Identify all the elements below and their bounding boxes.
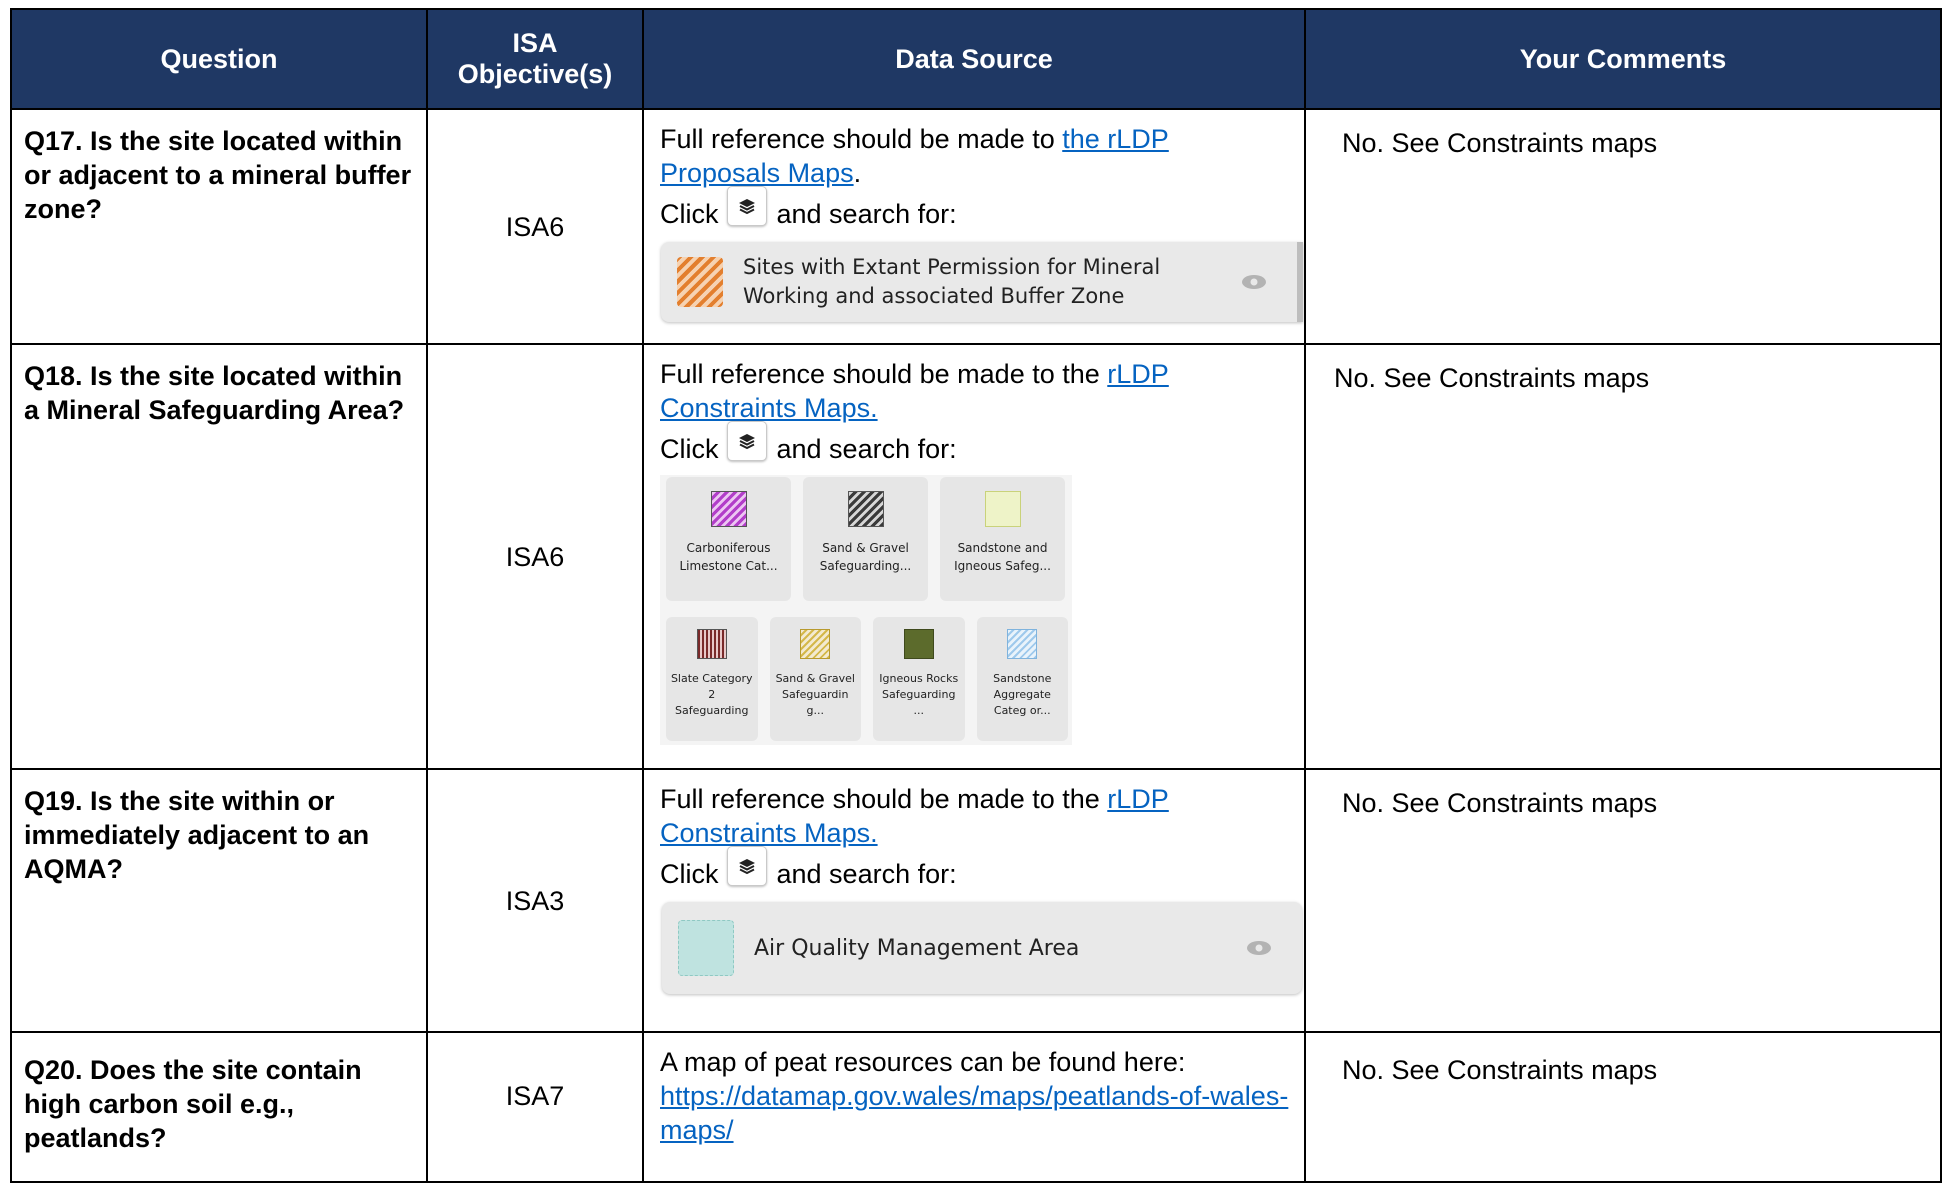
search-label: and search for:	[776, 859, 957, 889]
data-source-cell: Full reference should be made to the rLD…	[642, 768, 1306, 1033]
question-cell: Q17. Is the site located within or adjac…	[10, 108, 428, 345]
click-label: Click	[660, 434, 719, 464]
data-source-cell: A map of peat resources can be found her…	[642, 1031, 1306, 1183]
hatched-orange-swatch-icon	[677, 257, 723, 307]
isa-cell: ISA3	[426, 768, 644, 1033]
tile-label: Carboniferous Limestone Cat...	[679, 541, 778, 573]
table-row: Q19. Is the site within or immediately a…	[10, 768, 1942, 1033]
hatched-light-blue-swatch-icon	[1007, 629, 1038, 659]
striped-maroon-swatch-icon	[696, 629, 727, 659]
dotted-teal-swatch-icon	[678, 920, 734, 976]
data-source-cell: Full reference should be made to the rLD…	[642, 108, 1306, 345]
header-isa-objectives: ISA Objective(s)	[426, 8, 644, 110]
legend-tile[interactable]: Sandstone and Igneous Safeg...	[940, 477, 1065, 601]
click-label: Click	[660, 859, 719, 889]
table-row: Q18. Is the site located within a Minera…	[10, 343, 1942, 770]
eye-icon[interactable]	[1241, 265, 1267, 299]
assessment-table: Question ISA Objective(s) Data Source Yo…	[10, 8, 1942, 1183]
click-instruction: Click and search for:	[660, 186, 1290, 234]
tile-label: Sand & Gravel Safeguarding...	[819, 541, 912, 573]
table-row: Q20. Does the site contain high carbon s…	[10, 1031, 1942, 1183]
click-instruction: Click and search for:	[660, 421, 1290, 469]
click-instruction: Click and search for:	[660, 846, 1290, 894]
legend-tile[interactable]: Sand & Gravel Safeguardin g...	[769, 617, 861, 741]
comment-cell[interactable]: No. See Constraints maps	[1304, 768, 1942, 1033]
tile-label: Igneous Rocks Safeguarding ...	[879, 672, 959, 717]
tile-label: Slate Category 2 Safeguarding	[670, 672, 753, 717]
search-label: and search for:	[776, 199, 957, 229]
comment-cell[interactable]: No. See Constraints maps	[1304, 1031, 1942, 1183]
source-text: Full reference should be made to the	[660, 359, 1108, 389]
hatched-purple-swatch-icon	[710, 491, 747, 527]
source-text: Full reference should be made to the	[660, 784, 1108, 814]
data-source-cell: Full reference should be made to the rLD…	[642, 343, 1306, 770]
isa-cell: ISA7	[426, 1031, 644, 1183]
question-cell: Q20. Does the site contain high carbon s…	[10, 1031, 428, 1183]
header-question: Question	[10, 8, 428, 110]
dotted-yellow-swatch-icon	[984, 491, 1021, 527]
header-isa-label: ISA Objective(s)	[457, 28, 613, 89]
legend-tile[interactable]: Carboniferous Limestone Cat...	[666, 477, 791, 601]
layers-icon[interactable]	[726, 846, 767, 886]
eye-icon[interactable]	[1246, 931, 1272, 965]
tile-label: Sandstone and Igneous Safeg...	[954, 541, 1051, 573]
header-row: Question ISA Objective(s) Data Source Yo…	[10, 8, 1942, 110]
header-data-source: Data Source	[642, 8, 1306, 110]
peatlands-maps-link[interactable]: https://datamap.gov.wales/maps/peatlands…	[660, 1081, 1288, 1145]
question-cell: Q18. Is the site located within a Minera…	[10, 343, 428, 770]
source-suffix: .	[853, 158, 862, 188]
legend-tile[interactable]: Igneous Rocks Safeguarding ...	[873, 617, 965, 741]
legend-label: Air Quality Management Area	[754, 935, 1080, 961]
comment-cell[interactable]: No. See Constraints maps	[1304, 343, 1942, 770]
question-cell: Q19. Is the site within or immediately a…	[10, 768, 428, 1033]
header-your-comments: Your Comments	[1304, 8, 1942, 110]
source-text: A map of peat resources can be found her…	[660, 1047, 1186, 1077]
hatched-black-swatch-icon	[847, 491, 884, 527]
click-label: Click	[660, 199, 719, 229]
tile-label: Sandstone Aggregate Categ or...	[993, 672, 1052, 717]
search-label: and search for:	[776, 434, 957, 464]
legend-label: Sites with Extant Permission for Mineral…	[743, 255, 1161, 308]
legend-tile[interactable]: Slate Category 2 Safeguarding	[666, 617, 758, 741]
comment-cell[interactable]: No. See Constraints maps	[1304, 108, 1942, 345]
hatched-gold-swatch-icon	[800, 629, 831, 659]
isa-cell: ISA6	[426, 343, 644, 770]
legend-tile[interactable]: Sand & Gravel Safeguarding...	[803, 477, 928, 601]
aqma-legend-item[interactable]: Air Quality Management Area	[662, 902, 1302, 994]
isa-cell: ISA6	[426, 108, 644, 345]
layers-icon[interactable]	[726, 186, 767, 226]
solid-olive-swatch-icon	[903, 629, 934, 659]
layers-icon[interactable]	[726, 421, 767, 461]
safeguarding-legend-grid: Carboniferous Limestone Cat... Sand & Gr…	[660, 475, 1072, 745]
tile-label: Sand & Gravel Safeguardin g...	[775, 672, 855, 717]
source-text: Full reference should be made to	[660, 124, 1063, 154]
mineral-buffer-legend-item[interactable]: Sites with Extant Permission for Mineral…	[661, 242, 1303, 322]
legend-tile[interactable]: Sandstone Aggregate Categ or...	[976, 617, 1068, 741]
table-row: Q17. Is the site located within or adjac…	[10, 108, 1942, 345]
